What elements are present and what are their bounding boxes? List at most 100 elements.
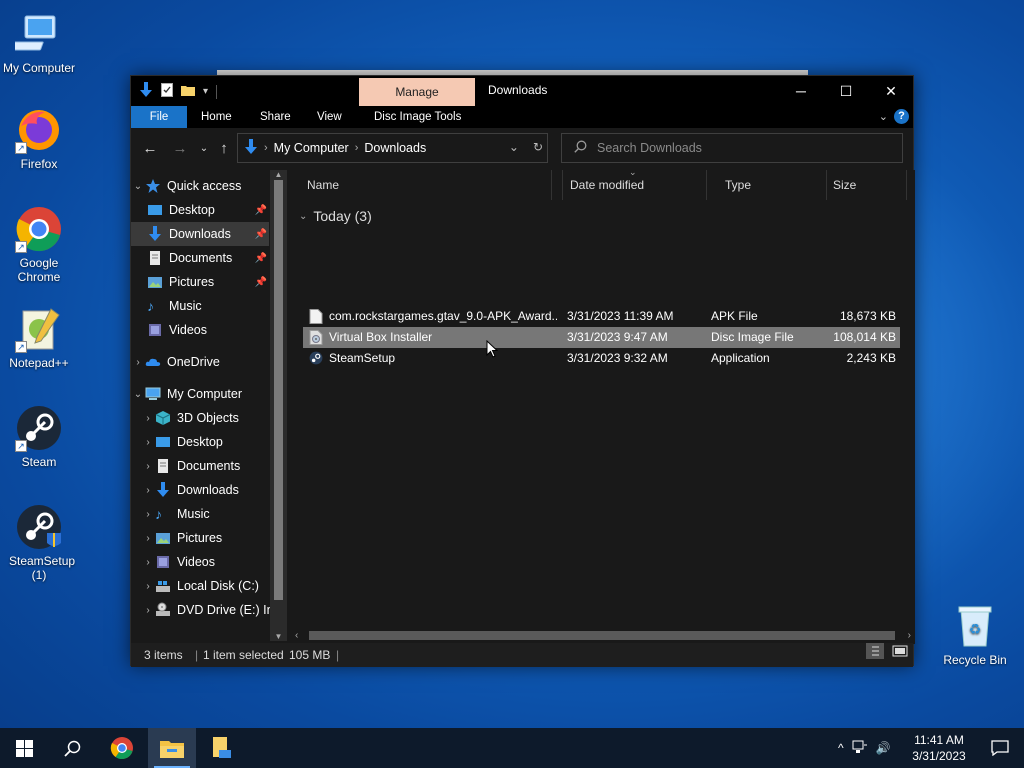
nav-quick-music[interactable]: ♪ Music xyxy=(131,294,269,318)
column-header-size[interactable]: Size xyxy=(827,170,907,200)
expand-icon[interactable]: › xyxy=(141,509,155,520)
expand-icon[interactable]: › xyxy=(141,413,155,424)
nav-onedrive[interactable]: › OneDrive xyxy=(131,350,269,374)
nav-pc-videos[interactable]: › Videos xyxy=(131,550,269,574)
navigation-pane-scrollbar[interactable]: ▲ ▼ xyxy=(270,170,287,641)
back-button[interactable]: ← xyxy=(139,138,161,160)
refresh-icon[interactable]: ↻ xyxy=(533,140,543,154)
pin-icon[interactable]: 📌 xyxy=(255,229,267,240)
expand-ribbon-icon[interactable]: ⌄ xyxy=(879,110,888,123)
search-button[interactable] xyxy=(48,728,96,768)
file-name: SteamSetup xyxy=(329,351,396,365)
tab-view[interactable]: View xyxy=(309,106,350,128)
close-button[interactable]: ✕ xyxy=(868,76,914,106)
scroll-down-icon[interactable]: ▼ xyxy=(270,632,287,641)
nav-quick-desktop[interactable]: Desktop 📌 xyxy=(131,198,269,222)
start-button[interactable] xyxy=(0,728,48,768)
volume-icon[interactable]: 🔊 xyxy=(876,741,891,755)
tab-home[interactable]: Home xyxy=(193,106,240,128)
properties-icon[interactable] xyxy=(161,83,173,100)
title-bar[interactable]: ▾ Manage Downloads ─ ☐ ✕ xyxy=(131,76,913,106)
file-row[interactable]: SteamSetup 3/31/2023 9:32 AM Application… xyxy=(303,348,900,369)
collapse-icon[interactable]: ⌄ xyxy=(131,389,145,400)
nav-pc-documents[interactable]: › Documents xyxy=(131,454,269,478)
scroll-left-icon[interactable]: ‹ xyxy=(295,627,298,644)
desktop-icon-my-computer[interactable]: My Computer xyxy=(1,10,77,75)
show-hidden-icons-icon[interactable]: ^ xyxy=(838,741,844,755)
expand-icon[interactable]: › xyxy=(141,461,155,472)
breadcrumb-downloads[interactable]: Downloads xyxy=(364,141,426,155)
customize-toolbar-icon[interactable]: ▾ xyxy=(203,86,208,97)
forward-button[interactable]: → xyxy=(169,138,191,160)
hard-drive-icon xyxy=(155,578,171,594)
taskbar-notepad-file[interactable] xyxy=(198,728,246,768)
scrollbar-thumb[interactable] xyxy=(274,180,283,600)
nav-pc-pictures[interactable]: › Pictures xyxy=(131,526,269,550)
column-header-type[interactable]: Type xyxy=(707,170,827,200)
file-list-horizontal-scrollbar[interactable]: ‹ › xyxy=(289,627,915,644)
nav-label: Documents xyxy=(169,251,233,265)
pin-icon[interactable]: 📌 xyxy=(255,253,267,264)
expand-icon[interactable]: › xyxy=(141,581,155,592)
ribbon-tabs: File Home Share View Disc Image Tools ⌄ … xyxy=(131,106,913,128)
nav-pc-3d-objects[interactable]: › 3D Objects xyxy=(131,406,269,430)
breadcrumb-my-computer[interactable]: My Computer xyxy=(274,141,349,155)
nav-quick-downloads[interactable]: Downloads 📌 xyxy=(131,222,269,246)
pin-icon[interactable]: 📌 xyxy=(255,205,267,216)
desktop-icon-notepadpp[interactable]: ↗ Notepad++ xyxy=(1,305,77,370)
scroll-right-icon[interactable]: › xyxy=(908,627,911,644)
minimize-button[interactable]: ─ xyxy=(778,76,824,106)
expand-icon[interactable]: › xyxy=(141,557,155,568)
taskbar: ^ 🔊 11:41 AM 3/31/2023 xyxy=(0,728,1024,768)
expand-icon[interactable]: › xyxy=(141,437,155,448)
nav-pc-downloads[interactable]: › Downloads xyxy=(131,478,269,502)
network-icon[interactable] xyxy=(852,740,868,757)
desktop-icon-chrome[interactable]: ↗ Google Chrome xyxy=(1,205,77,284)
column-header-name[interactable]: Name xyxy=(289,170,563,200)
scroll-up-icon[interactable]: ▲ xyxy=(270,170,287,179)
search-box[interactable] xyxy=(561,133,903,163)
new-folder-icon[interactable] xyxy=(181,84,195,99)
tab-manage[interactable]: Manage xyxy=(359,78,475,106)
nav-my-computer[interactable]: ⌄ My Computer xyxy=(131,382,269,406)
help-icon[interactable]: ? xyxy=(894,109,909,124)
taskbar-clock[interactable]: 11:41 AM 3/31/2023 xyxy=(908,732,970,764)
tab-share[interactable]: Share xyxy=(252,106,299,128)
recent-locations-button[interactable]: ⌄ xyxy=(193,138,215,160)
desktop-icon-steamsetup[interactable]: SteamSetup (1) xyxy=(1,503,77,582)
search-input[interactable] xyxy=(597,141,877,155)
desktop-icon-recycle-bin[interactable]: ♻ Recycle Bin xyxy=(937,602,1013,667)
large-icons-view-button[interactable] xyxy=(891,643,909,659)
scrollbar-thumb[interactable] xyxy=(309,631,895,640)
expand-icon[interactable]: › xyxy=(131,357,145,368)
nav-quick-videos[interactable]: Videos xyxy=(131,318,269,342)
desktop-icon-firefox[interactable]: ↗ Firefox xyxy=(1,106,77,171)
taskbar-chrome[interactable] xyxy=(98,728,146,768)
expand-icon[interactable]: › xyxy=(141,485,155,496)
address-dropdown-icon[interactable]: ⌄ xyxy=(509,140,519,154)
collapse-icon[interactable]: ⌄ xyxy=(131,181,145,192)
pin-icon[interactable]: 📌 xyxy=(255,277,267,288)
nav-label: Pictures xyxy=(169,275,215,289)
desktop-icon-steam[interactable]: ↗ Steam xyxy=(1,404,77,469)
maximize-button[interactable]: ☐ xyxy=(823,76,869,106)
expand-icon[interactable]: › xyxy=(141,605,155,616)
address-bar[interactable]: › My Computer › Downloads ⌄ ↻ xyxy=(237,133,548,163)
nav-pc-desktop[interactable]: › Desktop xyxy=(131,430,269,454)
expand-icon[interactable]: › xyxy=(141,533,155,544)
file-row[interactable]: com.rockstargames.gtav_9.0-APK_Award... … xyxy=(303,306,900,327)
nav-pc-music[interactable]: › ♪ Music xyxy=(131,502,269,526)
taskbar-file-explorer[interactable] xyxy=(148,728,196,768)
nav-quick-pictures[interactable]: Pictures 📌 xyxy=(131,270,269,294)
tab-file[interactable]: File xyxy=(131,106,187,128)
notification-center-button[interactable] xyxy=(976,728,1024,768)
details-view-button[interactable] xyxy=(866,643,884,659)
nav-quick-documents[interactable]: Documents 📌 xyxy=(131,246,269,270)
tab-disc-image-tools[interactable]: Disc Image Tools xyxy=(366,106,469,128)
file-row[interactable]: Virtual Box Installer 3/31/2023 9:47 AM … xyxy=(303,327,900,348)
nav-pc-dvd-drive[interactable]: › DVD Drive (E:) In xyxy=(131,598,274,622)
nav-quick-access[interactable]: ⌄ Quick access xyxy=(131,174,269,198)
group-header-today[interactable]: ⌄ Today (3) xyxy=(299,208,372,224)
up-button[interactable]: ↑ xyxy=(213,138,235,160)
nav-pc-local-disk[interactable]: › Local Disk (C:) xyxy=(131,574,269,598)
